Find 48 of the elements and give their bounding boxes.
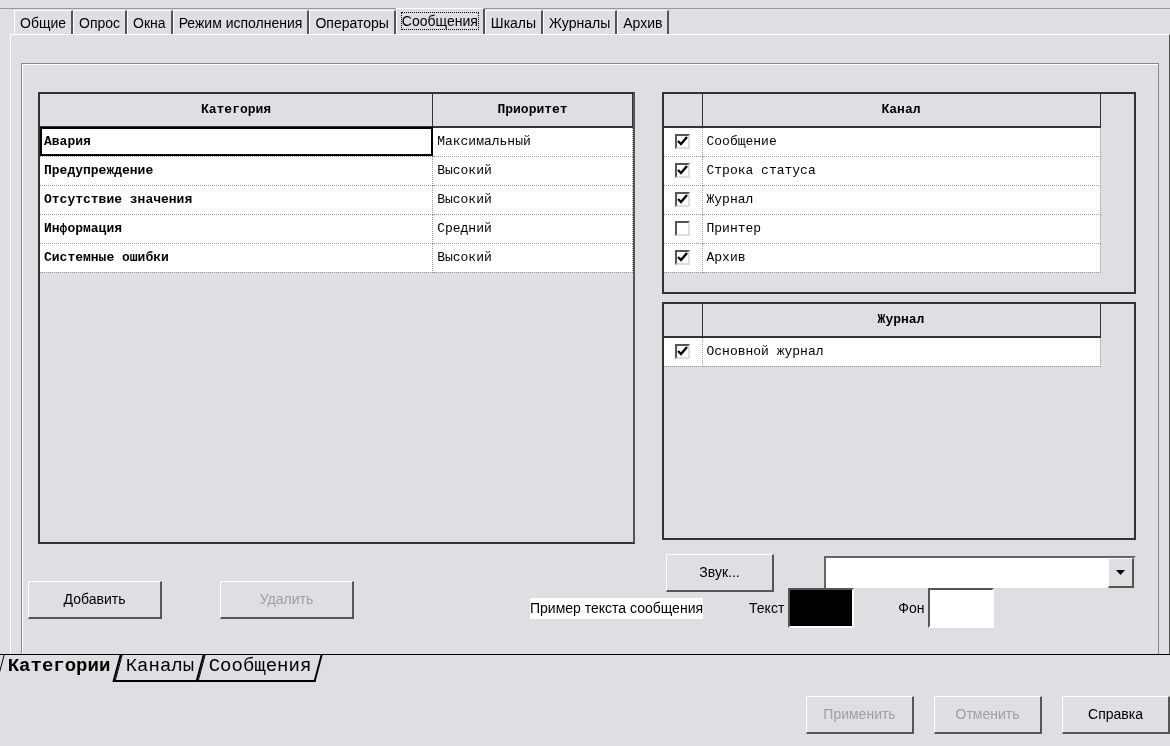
tab[interactable]: Журналы: [543, 10, 618, 34]
background-color-label: Фон: [898, 598, 925, 618]
checkbox[interactable]: [675, 249, 691, 265]
text-color-label: Текст: [749, 598, 785, 618]
list-item[interactable]: Строка статуса: [702, 156, 1100, 185]
tab[interactable]: Архив: [617, 10, 670, 34]
list-item[interactable]: Журнал: [702, 185, 1100, 214]
category-cell[interactable]: Отсутствие значения: [40, 185, 433, 214]
category-cell[interactable]: Информация: [40, 214, 433, 243]
list-item[interactable]: Сообщение: [702, 127, 1100, 156]
priority-cell[interactable]: Высокий: [432, 185, 633, 214]
column-header[interactable]: Категория: [40, 94, 433, 127]
column-header[interactable]: Канал: [702, 94, 1100, 127]
list-item[interactable]: Архив: [702, 243, 1100, 272]
tab[interactable]: Опрос: [73, 10, 128, 34]
checkbox[interactable]: [675, 344, 691, 360]
sound-dropdown[interactable]: [824, 556, 1136, 590]
column-header[interactable]: Приоритет: [432, 94, 633, 127]
sheet-tab[interactable]: Каналы: [114, 655, 205, 682]
tab[interactable]: Сообщения: [395, 8, 485, 34]
priority-cell[interactable]: Максимальный: [432, 127, 633, 156]
sheet-tab[interactable]: Сообщения: [197, 655, 323, 682]
list-item[interactable]: Основной журнал: [702, 337, 1100, 366]
tab[interactable]: Окна: [127, 10, 173, 34]
category-cell[interactable]: Предупреждение: [40, 156, 433, 185]
checkbox[interactable]: [675, 191, 691, 207]
priority-cell[interactable]: Высокий: [432, 243, 633, 272]
dropdown-arrow-icon: [1116, 570, 1125, 575]
priority-cell[interactable]: Высокий: [432, 156, 633, 185]
action-button[interactable]: Добавить: [28, 581, 162, 619]
sound-button[interactable]: Звук...: [666, 554, 774, 592]
checkbox[interactable]: [675, 134, 691, 150]
background-color-swatch[interactable]: [928, 588, 995, 628]
text-color-swatch[interactable]: [788, 588, 855, 628]
category-cell[interactable]: Системные ошибки: [40, 243, 433, 272]
tab[interactable]: Общие: [14, 10, 74, 34]
sample-text: Пример текста сообщения: [530, 597, 704, 619]
priority-cell[interactable]: Средний: [432, 214, 633, 243]
tab[interactable]: Шкалы: [484, 10, 544, 34]
tab[interactable]: Режим исполнения: [172, 10, 310, 34]
category-cell[interactable]: Авария: [40, 127, 433, 156]
dialog-button[interactable]: Справка: [1062, 696, 1170, 734]
column-header[interactable]: Журнал: [702, 304, 1100, 337]
tab[interactable]: Операторы: [309, 10, 396, 34]
checkbox[interactable]: [675, 162, 691, 178]
checkbox[interactable]: [675, 220, 691, 236]
sheet-tab[interactable]: Категории: [0, 655, 122, 682]
list-item[interactable]: Принтер: [702, 214, 1100, 243]
